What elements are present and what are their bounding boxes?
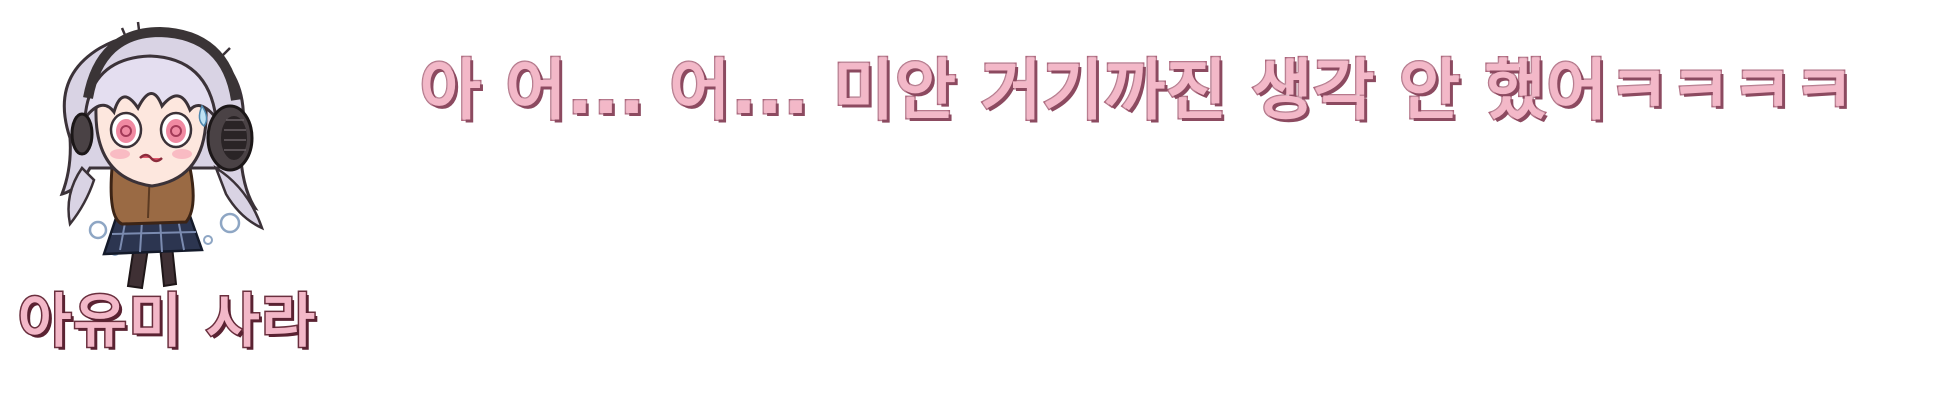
chibi-girl-with-headphones-icon [59, 21, 265, 290]
speaker-name: 아유미 사라 [17, 287, 317, 355]
dialogue-line: 아 어... 어... 미안 거기까진 생각 안 했어ㅋㅋㅋㅋ [418, 52, 1856, 129]
